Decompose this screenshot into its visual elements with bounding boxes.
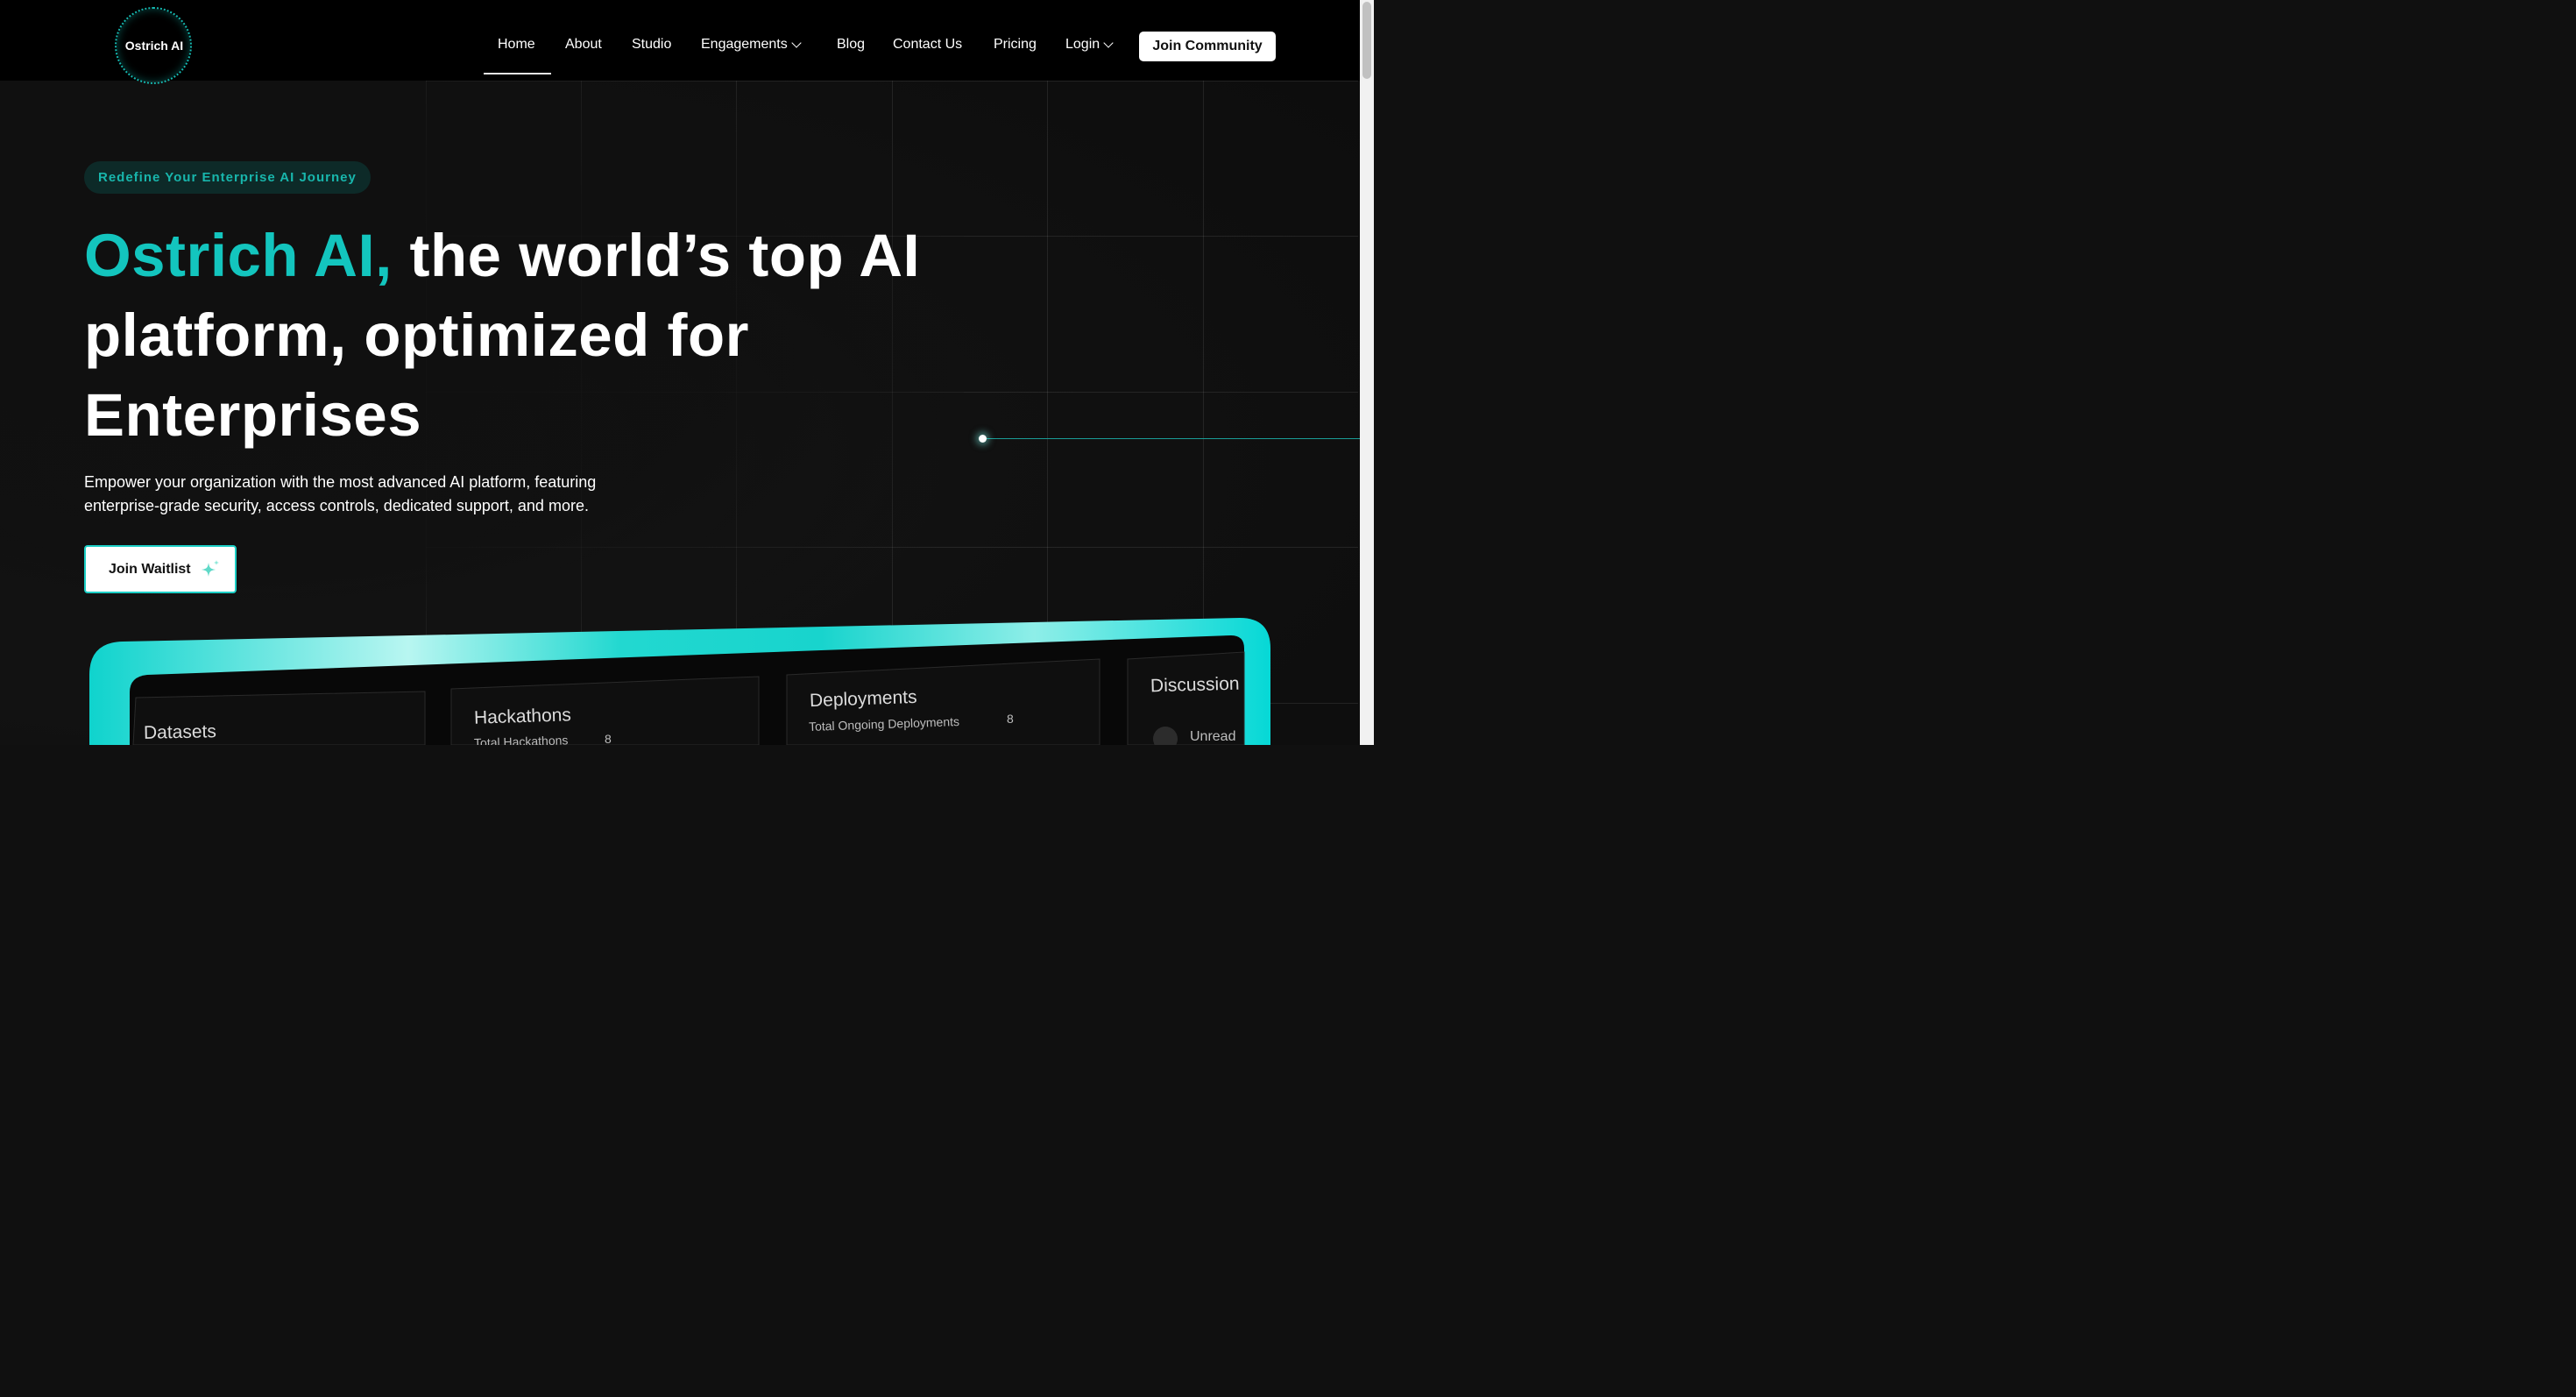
chevron-down-icon — [791, 37, 802, 48]
nav-about[interactable]: About — [565, 37, 602, 53]
headline-line1: the world’s top AI — [392, 222, 921, 289]
card-stat-deployments-label: Total Ongoing Deployments — [808, 714, 960, 734]
hero-headline: Ostrich AI, the world’s top AI platform,… — [84, 216, 960, 455]
active-nav-indicator — [484, 73, 551, 74]
nav-contact-us[interactable]: Contact Us — [893, 37, 962, 53]
glow-dot — [979, 435, 987, 443]
scrollbar-thumb[interactable] — [1362, 2, 1371, 79]
card-stat-deployments-value: 8 — [1007, 712, 1014, 726]
description-line2: enterprise-grade security, access contro… — [84, 497, 589, 514]
card-stat-hackathons-value: 8 — [605, 732, 612, 745]
nav-pricing[interactable]: Pricing — [994, 37, 1037, 53]
discussion-title-clip: Discussion — [1150, 673, 1244, 708]
headline-line3: Enterprises — [84, 381, 422, 449]
nav-label: Blog — [837, 37, 866, 52]
join-waitlist-button[interactable]: Join Waitlist — [84, 545, 237, 593]
nav-home[interactable]: Home — [498, 37, 535, 53]
card-stat-hackathons-label: Total Hackathons — [473, 733, 569, 745]
sparkle-icon — [201, 559, 219, 577]
card-title-hackathons: Hackathons — [473, 705, 572, 728]
unread-icon — [1153, 727, 1178, 745]
nav-label: Pricing — [994, 37, 1037, 52]
nav-label: Contact Us — [893, 37, 963, 52]
nav-label: Login — [1065, 37, 1100, 52]
nav-login[interactable]: Login — [1065, 37, 1114, 53]
card-title-deployments: Deployments — [809, 686, 917, 712]
card-title-datasets: Datasets — [143, 721, 217, 743]
join-community-button[interactable]: Join Community — [1139, 32, 1276, 61]
grid-line — [1203, 81, 1204, 745]
nav-blog[interactable]: Blog — [837, 37, 865, 53]
logo-text[interactable]: Ostrich AI — [115, 39, 194, 53]
hero-description: Empower your organization with the most … — [84, 471, 662, 518]
unread-label-clip: Unread — [1190, 729, 1244, 745]
nav-label: Home — [498, 37, 535, 52]
page-background: Ostrich AI Home About Studio Engagements… — [0, 0, 1374, 745]
headline-accent: Ostrich AI, — [84, 222, 393, 289]
grid-line — [1047, 81, 1048, 745]
tagline-pill: Redefine Your Enterprise AI Journey — [84, 161, 371, 194]
nav-label: Engagements — [701, 37, 788, 52]
join-waitlist-label: Join Waitlist — [109, 561, 191, 577]
card-title-discussion: Discussion — [1150, 673, 1240, 697]
nav-label: About — [565, 37, 602, 52]
nav-studio[interactable]: Studio — [632, 37, 671, 53]
nav-label: Studio — [632, 37, 672, 52]
vertical-scrollbar[interactable] — [1360, 0, 1374, 745]
chevron-down-icon — [1103, 37, 1114, 48]
light-beam — [987, 438, 1360, 439]
headline-line2: platform, optimized for — [84, 301, 749, 369]
nav-engagements[interactable]: Engagements — [701, 37, 802, 53]
card-stat-discussion-label: Unread — [1190, 729, 1236, 744]
site-header: Ostrich AI Home About Studio Engagements… — [0, 0, 1360, 84]
description-line1: Empower your organization with the most … — [84, 473, 597, 491]
